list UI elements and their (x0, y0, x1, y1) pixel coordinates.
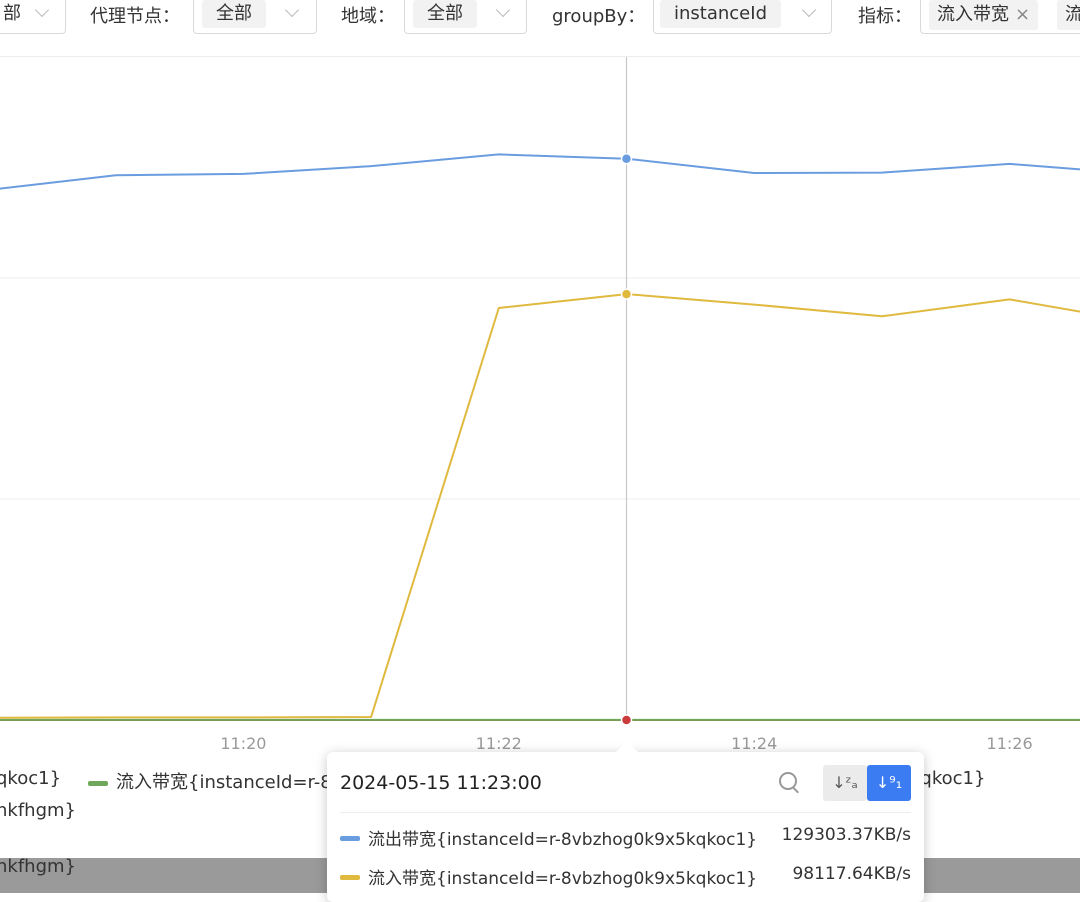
chevron-down-icon (495, 2, 511, 18)
tooltip-row: 流出带宽{instanceId=r-8vbzhog0k9x5kqkoc1} 12… (340, 825, 911, 851)
x-tick-label: 11:22 (476, 734, 522, 753)
groupby-select[interactable]: instanceId (653, 0, 832, 34)
tooltip-time: 2024-05-15 11:23:00 (340, 772, 542, 794)
chart-tooltip: 2024-05-15 11:23:00 ↓ᶻₐ ↓⁹₁ 流出带宽{instanc… (327, 741, 924, 902)
region-select[interactable]: 全部 (404, 0, 527, 34)
tooltip-series-value: 98117.64KB/s (792, 864, 911, 884)
series-line (0, 293, 1080, 719)
bandwidth-line-chart[interactable]: 811:2011:2211:2411:26 (0, 57, 1080, 757)
x-tick-label: 11:24 (731, 734, 777, 753)
tooltip-series-name: 流出带宽{instanceId=r-8vbzhog0k9x5kqkoc1} (368, 830, 758, 850)
legend-item[interactable]: nkfhgm} (0, 800, 76, 821)
metric-select[interactable]: 流入带宽 × 流 (920, 0, 1080, 34)
sort-numeric-button[interactable]: ↓⁹₁ (867, 765, 911, 801)
x-tick-label: 11:20 (220, 734, 266, 753)
hover-point (620, 714, 633, 726)
proxy-node-label: 代理节点： (90, 6, 180, 27)
groupby-label: groupBy： (552, 6, 646, 27)
left-cut-select[interactable]: 部 (0, 0, 66, 34)
legend-swatch (88, 780, 108, 786)
proxy-node-select[interactable]: 全部 (193, 0, 317, 34)
region-label: 地域： (341, 6, 395, 27)
tooltip-arrow (615, 741, 639, 753)
metric-tag-outbound: 流 (1057, 0, 1080, 30)
metric-label: 指标： (858, 6, 912, 27)
metric-tag-inbound: 流入带宽 × (929, 0, 1039, 30)
legend-label: nkfhgm} (0, 800, 76, 821)
legend-item[interactable]: nkfhgm} (0, 856, 76, 877)
tooltip-row: 流入带宽{instanceId=r-8vbzhog0k9x5kqkoc1} 98… (340, 864, 911, 890)
filter-bar: 部 代理节点： 全部 地域： 全部 groupBy： instanceId 指标… (0, 0, 1080, 60)
legend-item[interactable]: qkoc1} (0, 768, 61, 789)
chevron-down-icon (284, 2, 300, 18)
legend-label: 流入带宽{instanceId=r-8 (116, 772, 332, 793)
legend-item[interactable]: 流入带宽{instanceId=r-8 (88, 768, 332, 794)
search-icon[interactable] (779, 772, 797, 790)
tooltip-swatch (340, 836, 360, 841)
legend-label: qkoc1} (0, 768, 62, 789)
chevron-down-icon (34, 2, 50, 18)
tooltip-divider (340, 812, 911, 813)
left-cut-value: 部 (0, 0, 35, 28)
chevron-down-icon (801, 2, 817, 18)
metric-tag-label: 流入带宽 (937, 4, 1009, 25)
proxy-node-value: 全部 (202, 0, 266, 28)
tooltip-series-name: 流入带宽{instanceId=r-8vbzhog0k9x5kqkoc1} (368, 869, 758, 889)
region-value: 全部 (413, 0, 477, 28)
sort-alpha-button[interactable]: ↓ᶻₐ (823, 765, 867, 801)
hover-point (620, 152, 633, 165)
x-tick-label: 11:26 (987, 734, 1033, 753)
series-line (0, 153, 1080, 190)
groupby-value: instanceId (660, 0, 781, 28)
close-icon[interactable]: × (1015, 4, 1030, 25)
hover-point (620, 288, 633, 300)
legend-label: nkfhgm} (0, 856, 76, 877)
tooltip-swatch (340, 875, 360, 880)
metric-tag-label: 流 (1065, 4, 1080, 25)
tooltip-series-value: 129303.37KB/s (781, 825, 911, 845)
